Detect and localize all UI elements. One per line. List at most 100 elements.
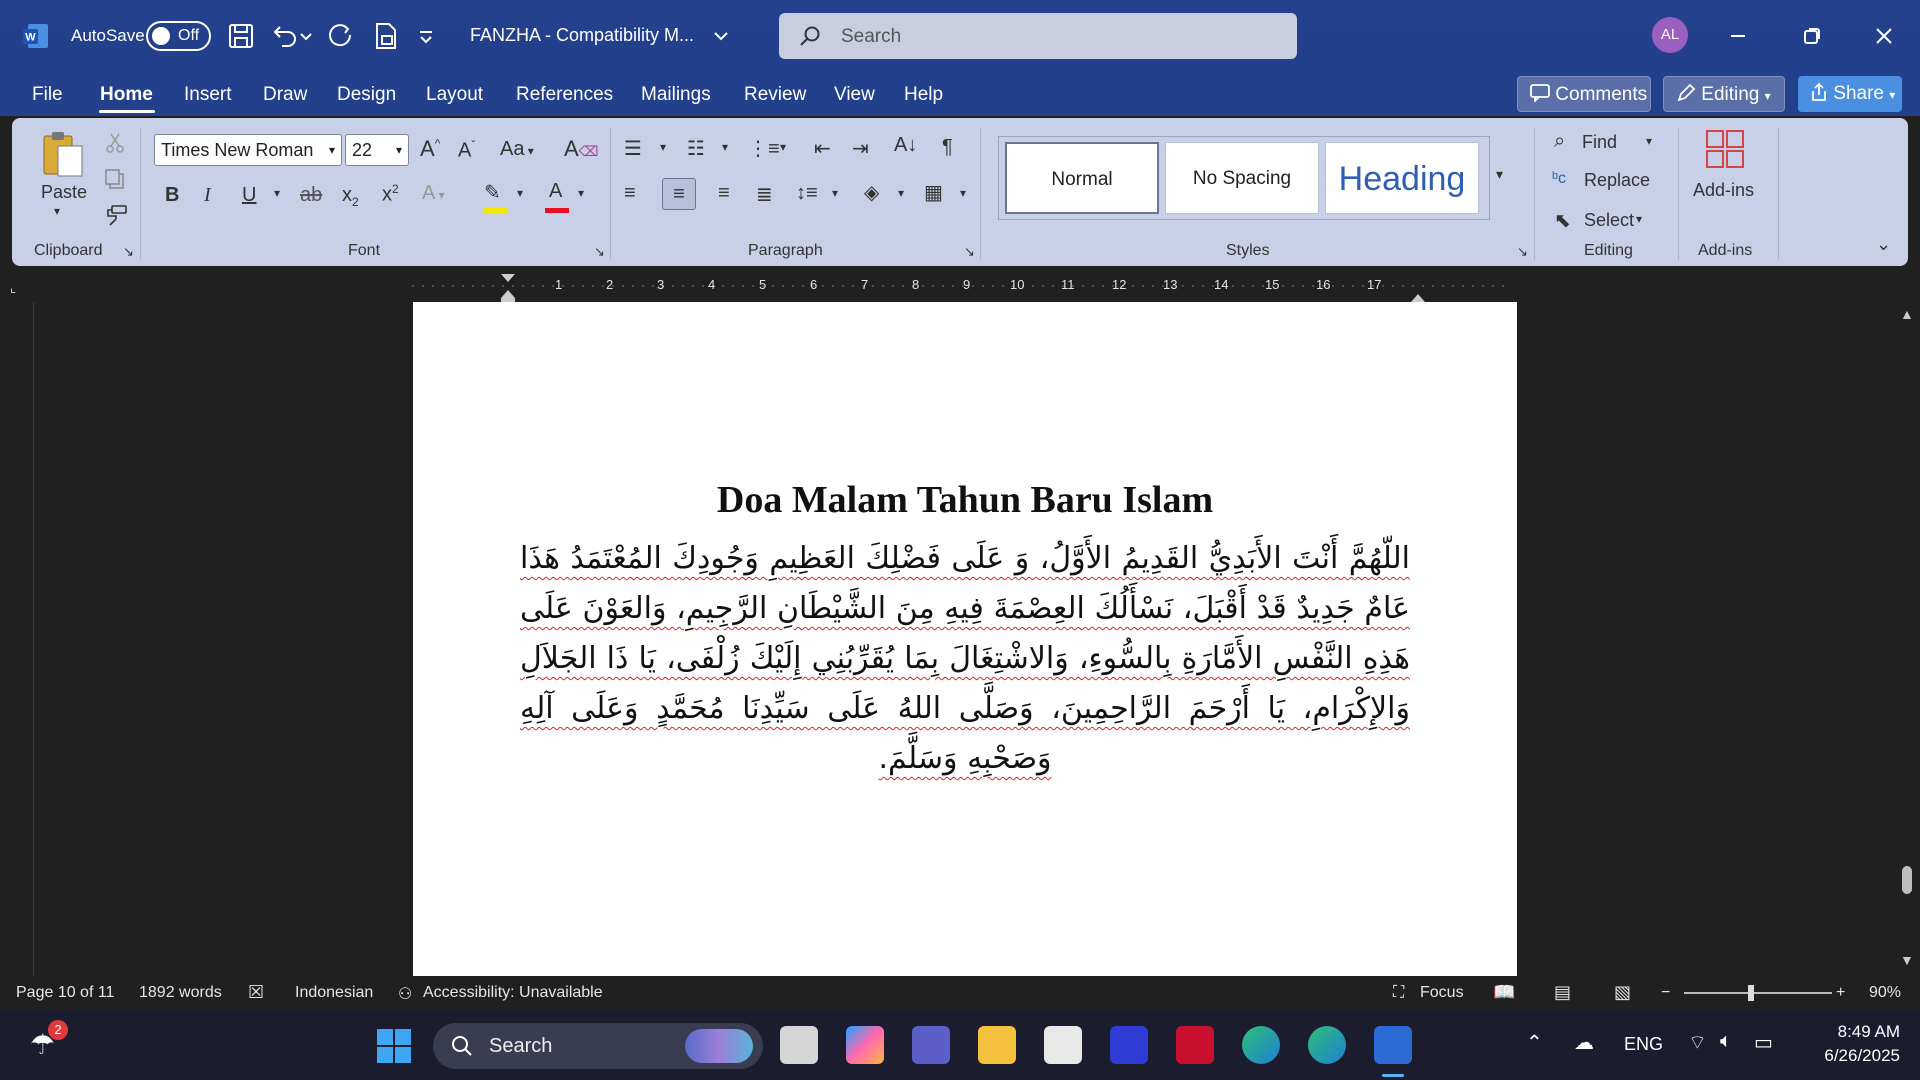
dialog-launcher-icon[interactable]: ↘ [594, 244, 605, 260]
paste-icon[interactable] [40, 130, 86, 184]
focus-button[interactable]: Focus [1420, 984, 1464, 1002]
find-icon[interactable]: ⌕ [1554, 130, 1565, 153]
tab-design[interactable]: Design [337, 84, 396, 106]
chevron-down-icon[interactable]: ▾ [274, 186, 280, 200]
input-language[interactable]: ENG [1624, 1034, 1663, 1055]
chevron-down-icon[interactable]: ▾ [960, 186, 966, 200]
document-heading[interactable]: Doa Malam Tahun Baru Islam [413, 478, 1517, 522]
save-icon[interactable] [225, 20, 257, 52]
microsoft-store-icon[interactable] [1044, 1026, 1082, 1064]
web-layout-icon[interactable]: ▧ [1614, 982, 1631, 1003]
chevron-down-icon[interactable]: ▾ [1636, 212, 1642, 226]
clear-formatting-icon[interactable]: A⌫ [564, 136, 598, 162]
show-marks-icon[interactable]: ¶ [942, 136, 953, 159]
undo-icon[interactable] [268, 20, 300, 52]
select-label[interactable]: Select [1584, 210, 1634, 231]
comments-button[interactable]: Comments [1517, 76, 1651, 112]
multilevel-list-icon[interactable]: ⋮≡ [748, 136, 780, 161]
chevron-down-icon[interactable]: ▾ [660, 140, 666, 154]
chevron-down-icon[interactable] [712, 24, 730, 48]
dialog-launcher-icon[interactable]: ↘ [964, 244, 975, 260]
onedrive-icon[interactable]: ☁ [1574, 1030, 1594, 1055]
tab-home[interactable]: Home [100, 84, 153, 106]
restore-icon[interactable] [1796, 20, 1828, 52]
change-case-icon[interactable]: Aa ▾ [500, 138, 534, 161]
scroll-down-icon[interactable]: ▼ [1900, 952, 1914, 968]
copy-icon[interactable] [104, 168, 126, 190]
zoom-slider-thumb[interactable] [1748, 985, 1754, 1001]
avatar[interactable]: AL [1652, 17, 1688, 53]
print-layout-view-icon[interactable]: ▤ [1554, 982, 1571, 1003]
line-spacing-icon[interactable]: ↕≡ [796, 182, 818, 205]
zoom-slider[interactable] [1684, 985, 1832, 1001]
file-explorer-icon[interactable] [978, 1026, 1016, 1064]
edge-icon[interactable] [1242, 1026, 1280, 1064]
system-clock[interactable]: 8:49 AM 6/26/2025 [1782, 1020, 1900, 1068]
shrink-font-icon[interactable]: Aˇ [458, 138, 475, 163]
tab-layout[interactable]: Layout [426, 84, 483, 106]
copilot-icon[interactable] [846, 1026, 884, 1064]
indent-marker-icon[interactable] [500, 272, 516, 302]
add-ins-icon[interactable] [1704, 128, 1746, 170]
align-left-icon[interactable]: ≡ [624, 182, 636, 205]
add-ins-button-label[interactable]: Add-ins [1693, 180, 1754, 201]
battery-icon[interactable]: ▭ [1754, 1030, 1773, 1055]
app-icon[interactable] [1110, 1026, 1148, 1064]
format-painter-icon[interactable] [104, 204, 128, 226]
scroll-up-icon[interactable]: ▲ [1900, 306, 1914, 322]
tab-references[interactable]: References [516, 84, 613, 106]
chevron-down-icon[interactable]: ▾ [54, 204, 60, 218]
document-body-arabic[interactable]: اللّهُمَّ أَنْتَ الأَبَدِيُّ القَدِيمُ ا… [520, 534, 1410, 784]
decrease-indent-icon[interactable]: ⇤ [814, 136, 831, 161]
justify-icon[interactable]: ≣ [756, 182, 773, 207]
style-normal[interactable]: Normal [1005, 142, 1159, 214]
redo-icon[interactable] [325, 20, 357, 52]
customize-toolbar-icon[interactable] [415, 20, 437, 52]
wifi-icon[interactable]: ⌔ [1688, 1030, 1707, 1055]
italic-icon[interactable]: I [204, 184, 211, 207]
grow-font-icon[interactable]: A^ [420, 136, 440, 162]
font-size-select[interactable]: 22 ▾ [345, 134, 409, 166]
close-icon[interactable] [1868, 20, 1900, 52]
read-mode-icon[interactable]: 📖 [1493, 982, 1515, 1003]
chevron-down-icon[interactable]: ▾ [898, 186, 904, 200]
chevron-down-icon[interactable]: ▾ [578, 186, 584, 200]
undo-dropdown-icon[interactable] [298, 20, 314, 52]
chevron-up-icon[interactable]: ⌃ [1526, 1030, 1543, 1055]
tab-view[interactable]: View [834, 84, 875, 106]
tab-draw[interactable]: Draw [263, 84, 307, 106]
word-taskbar-icon[interactable] [1374, 1026, 1412, 1064]
scroll-thumb[interactable] [1902, 866, 1912, 894]
highlight-icon[interactable]: ✎ [484, 180, 501, 205]
zoom-in-icon[interactable]: + [1836, 984, 1845, 1002]
right-indent-marker-icon[interactable] [1410, 272, 1426, 302]
mcafee-icon[interactable] [1176, 1026, 1214, 1064]
accessibility-status[interactable]: Accessibility: Unavailable [423, 984, 603, 1002]
chevron-down-icon[interactable]: ▾ [517, 186, 523, 200]
font-name-select[interactable]: Times New Roman ▾ [154, 134, 342, 166]
strikethrough-icon[interactable]: ab [300, 184, 322, 207]
tab-file[interactable]: File [32, 84, 63, 106]
autosave-toggle[interactable]: Off [146, 21, 211, 51]
paste-label[interactable]: Paste [41, 182, 87, 203]
find-label[interactable]: Find [1582, 132, 1617, 153]
word-count[interactable]: 1892 words [139, 984, 222, 1002]
collapse-ribbon-icon[interactable]: ⌄ [1876, 234, 1891, 255]
cut-icon[interactable] [104, 132, 126, 154]
teams-icon[interactable] [912, 1026, 950, 1064]
minimize-icon[interactable] [1722, 20, 1754, 52]
styles-more-icon[interactable]: ▾ [1496, 166, 1503, 183]
page-count[interactable]: Page 10 of 11 [16, 984, 114, 1002]
editing-mode-button[interactable]: Editing ▾ [1663, 76, 1785, 112]
align-center-icon[interactable]: ≡ [662, 178, 696, 210]
proofing-icon[interactable]: ☒ [248, 982, 264, 1003]
zoom-level[interactable]: 90% [1869, 984, 1901, 1002]
chevron-down-icon[interactable]: ▾ [832, 186, 838, 200]
title-search-box[interactable]: Search [779, 13, 1297, 59]
tab-insert[interactable]: Insert [184, 84, 232, 106]
increase-indent-icon[interactable]: ⇥ [852, 136, 869, 161]
tab-selector-icon[interactable]: ⌞ [10, 280, 16, 296]
superscript-icon[interactable]: x2 [382, 182, 399, 207]
chevron-down-icon[interactable]: ▾ [1646, 134, 1652, 148]
underline-icon[interactable]: U [242, 184, 256, 207]
